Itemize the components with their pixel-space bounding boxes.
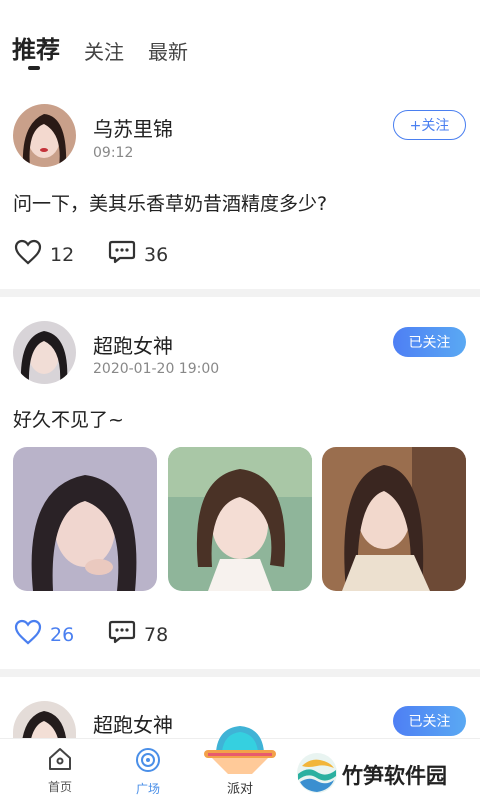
comment-icon	[108, 619, 136, 650]
nav-home[interactable]: 首页	[30, 747, 90, 795]
post-text: 好久不见了~	[13, 409, 124, 431]
tab-recommend[interactable]: 推荐	[12, 30, 60, 65]
section-divider	[0, 289, 480, 297]
heart-icon	[14, 239, 42, 270]
heart-icon	[14, 619, 42, 650]
tab-latest[interactable]: 最新	[148, 36, 188, 65]
comment-count: 78	[144, 623, 169, 646]
active-tab-indicator	[28, 66, 40, 70]
home-icon	[47, 747, 73, 774]
like-button[interactable]: 12	[14, 239, 74, 270]
post-photo[interactable]	[13, 447, 157, 591]
post-time: 2020-01-20 19:00	[93, 361, 220, 377]
section-divider	[0, 669, 480, 677]
post-photo[interactable]	[168, 447, 312, 591]
like-button[interactable]: 26	[14, 619, 74, 650]
following-button[interactable]: 已关注	[393, 706, 466, 736]
follow-button[interactable]: +关注	[393, 110, 466, 140]
avatar[interactable]	[13, 321, 76, 384]
nav-party[interactable]: 派对	[198, 722, 282, 800]
like-count: 12	[50, 243, 75, 266]
post-time: 09:12	[93, 145, 134, 161]
avatar[interactable]	[13, 104, 76, 167]
watermark-text: 竹笋软件园	[342, 764, 447, 788]
target-icon	[135, 747, 161, 776]
nav-home-label: 首页	[47, 780, 72, 794]
top-tabs: 推荐 关注 最新	[12, 30, 188, 65]
comment-icon	[108, 239, 136, 270]
tab-following[interactable]: 关注	[84, 36, 124, 65]
avatar[interactable]	[13, 701, 76, 738]
comment-button[interactable]: 78	[108, 619, 168, 650]
watermark: 竹笋软件园	[296, 752, 447, 798]
username[interactable]: 超跑女神	[93, 709, 173, 738]
username[interactable]: 乌苏里锦	[93, 113, 173, 142]
nav-party-label: 派对	[226, 782, 253, 797]
following-button[interactable]: 已关注	[393, 327, 466, 357]
comment-count: 36	[144, 243, 169, 266]
nav-plaza-label: 广场	[135, 782, 160, 796]
username[interactable]: 超跑女神	[93, 330, 173, 359]
post-photo[interactable]	[322, 447, 466, 591]
post-text: 问一下，美其乐香草奶昔酒精度多少?	[13, 193, 328, 215]
watermark-logo-icon	[296, 752, 338, 798]
comment-button[interactable]: 36	[108, 239, 168, 270]
nav-plaza[interactable]: 广场	[118, 747, 178, 797]
like-count: 26	[50, 623, 75, 646]
